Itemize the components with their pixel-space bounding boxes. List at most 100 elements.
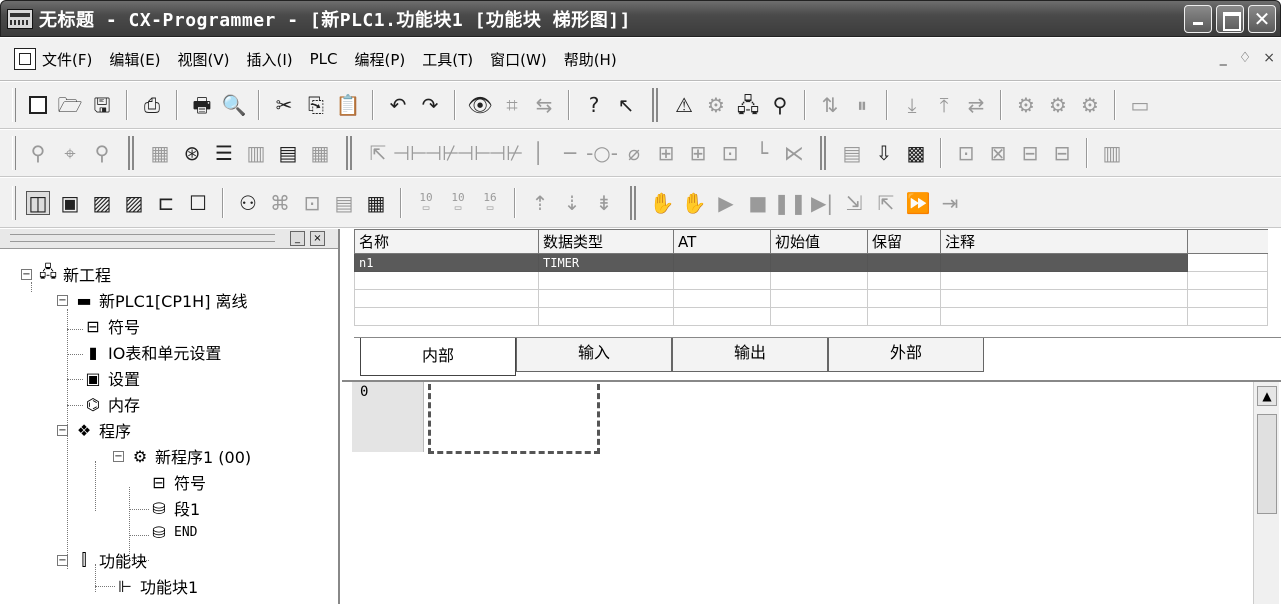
tab-external[interactable]: 外部	[828, 338, 984, 372]
help-icon[interactable]: ?	[582, 93, 606, 117]
mode-run-icon[interactable]: ⚙	[1078, 93, 1102, 117]
redo-icon[interactable]: ↷	[418, 93, 442, 117]
cell-name[interactable]: n1	[354, 253, 539, 272]
doc-minimize-button[interactable]: _	[1220, 50, 1227, 66]
delete-line-icon[interactable]: ⋉	[782, 141, 806, 165]
force-cancel-icon[interactable]: ⊟	[1050, 141, 1074, 165]
project-workspace-icon[interactable]: ◫	[26, 190, 50, 215]
collapse-toggle[interactable]: −	[57, 294, 68, 306]
hex-display-icon[interactable]: 16 ▭	[478, 191, 502, 215]
contact-nc-icon[interactable]: ⊣⊬	[425, 141, 460, 165]
menu-edit[interactable]: 编辑(E)	[109, 49, 160, 70]
transfer-icon[interactable]: ⇅	[818, 93, 842, 117]
tree-item-project[interactable]: − 🖧 新工程	[21, 262, 111, 286]
document-icon[interactable]	[14, 48, 36, 70]
doc-close-button[interactable]: ×	[1263, 50, 1275, 66]
menu-program[interactable]: 编程(P)	[355, 49, 406, 70]
line-connect-icon[interactable]: └	[750, 141, 774, 165]
tree-item-memory[interactable]: ⌬ 内存	[83, 392, 140, 416]
download-icon[interactable]: ⤓	[900, 93, 924, 117]
online-icon[interactable]: 🖧	[736, 93, 760, 117]
warning-icon[interactable]: ⚠	[672, 93, 696, 117]
menu-insert[interactable]: 插入(I)	[247, 49, 293, 70]
column-header-data-type[interactable]: 数据类型	[538, 229, 674, 254]
scan-run-icon[interactable]: ⇥	[938, 191, 962, 215]
horizontal-line-icon[interactable]: ─	[558, 141, 582, 165]
tree-item-function-block-1[interactable]: ⊩ 功能块1	[115, 574, 198, 598]
tree-item-plc[interactable]: − ▬ 新PLC1[CP1H] 离线	[57, 288, 248, 312]
fb-call-icon[interactable]: ⊡	[718, 141, 742, 165]
paste-icon[interactable]: 📋	[336, 93, 361, 117]
tree-item-programs[interactable]: − ❖ 程序	[57, 418, 131, 442]
stop-icon[interactable]: ■	[746, 191, 770, 215]
print-icon[interactable]: 🖶	[190, 93, 214, 117]
ladder-view-icon[interactable]: ▤	[332, 191, 356, 215]
monitor-icon[interactable]: ⚲	[768, 93, 792, 117]
step-into-icon[interactable]: ⇲	[842, 191, 866, 215]
transfer-program-icon[interactable]: ⇩	[872, 141, 896, 165]
contact-or-nc-icon[interactable]: ⊣⊬	[489, 141, 524, 165]
binoculars-icon[interactable]: ⚇	[236, 191, 260, 215]
column-header-at[interactable]: AT	[673, 229, 771, 254]
coil-icon[interactable]: -○-	[586, 141, 618, 165]
copy-icon[interactable]: ⎘	[304, 93, 328, 117]
clear-breakpoint-icon[interactable]: ✋	[682, 191, 707, 215]
run-icon[interactable]: ▶	[714, 191, 738, 215]
continuous-step-icon[interactable]: ⏩	[906, 191, 931, 215]
context-help-icon[interactable]: ↖	[614, 93, 638, 117]
menu-plc[interactable]: PLC	[310, 50, 338, 68]
tree-item-new-program[interactable]: − ⚙ 新程序1 (00)	[113, 444, 251, 468]
column-header-comment[interactable]: 注释	[940, 229, 1188, 254]
doc-restore-button[interactable]: ♢	[1239, 50, 1252, 66]
replace-icon[interactable]: ⇆	[532, 93, 556, 117]
instruction-icon[interactable]: ⊞	[654, 141, 678, 165]
tree-item-function-blocks[interactable]: − ⫿ 功能块	[57, 548, 147, 572]
select-mode-icon[interactable]: ⇱	[366, 141, 390, 165]
online-edit-icon[interactable]: ▤	[840, 141, 864, 165]
tree-item-io-table[interactable]: ▮ IO表和单元设置	[83, 340, 222, 364]
app-icon[interactable]	[7, 8, 33, 29]
cut-icon[interactable]: ✂	[272, 93, 296, 117]
collapse-toggle[interactable]: −	[57, 554, 68, 566]
tab-internal[interactable]: 内部	[360, 338, 516, 376]
tree-minimize-button[interactable]: _	[290, 231, 305, 246]
symbol-comment-icon[interactable]: ⊛	[180, 141, 204, 165]
scroll-up-icon[interactable]: ▲	[1257, 386, 1277, 406]
cell-retain[interactable]	[867, 253, 941, 272]
pause-icon[interactable]: ⏸	[850, 93, 874, 117]
tree-item-settings[interactable]: ▣ 设置	[83, 366, 140, 390]
find-next-icon[interactable]: ⌗	[500, 93, 524, 117]
step-run-icon[interactable]: ▶|	[810, 191, 834, 215]
contact-or-no-icon[interactable]: ⊣⊢	[457, 141, 492, 165]
ladder-editor[interactable]: 0 ▲	[342, 380, 1281, 604]
ladder-cursor[interactable]	[428, 384, 600, 454]
maximize-button[interactable]	[1216, 5, 1244, 33]
vertical-scrollbar[interactable]: ▲	[1253, 382, 1279, 604]
watch-window-icon[interactable]: ▨	[90, 191, 114, 215]
calculator-icon[interactable]: ▦	[364, 191, 388, 215]
table-row-empty[interactable]	[354, 307, 1268, 326]
mode-program-icon[interactable]: ⚙	[1014, 93, 1038, 117]
pause-sim-icon[interactable]: ❚❚	[773, 191, 807, 215]
symbol-table-icon[interactable]: ⌘	[268, 191, 292, 215]
address-reference-icon[interactable]: ▨	[122, 191, 146, 215]
set-value-icon[interactable]: ⊡	[954, 141, 978, 165]
step-down-icon[interactable]: ⇣	[560, 191, 584, 215]
rung-list-icon[interactable]: ☰	[212, 141, 236, 165]
new-file-icon[interactable]	[26, 93, 50, 117]
cell-at[interactable]	[673, 253, 771, 272]
vertical-line-icon[interactable]: │	[526, 141, 550, 165]
collapse-toggle[interactable]: −	[113, 450, 124, 462]
collapse-toggle[interactable]: −	[21, 268, 32, 280]
menu-help[interactable]: 帮助(H)	[564, 49, 617, 70]
column-header-initial-value[interactable]: 初始值	[770, 229, 868, 254]
step-up-icon[interactable]: ⇡	[528, 191, 552, 215]
decimal-display-icon[interactable]: 10 ▭	[414, 191, 438, 215]
tree-item-program-symbols[interactable]: ⊟ 符号	[149, 470, 206, 494]
undo-icon[interactable]: ↶	[386, 93, 410, 117]
save-icon[interactable]: 🖫	[90, 93, 114, 117]
memory-card-icon[interactable]: ▩	[904, 141, 928, 165]
table-view-icon[interactable]: ▦	[308, 141, 332, 165]
force-off-icon[interactable]: ⊟	[1018, 141, 1042, 165]
tab-input[interactable]: 输入	[516, 338, 672, 372]
